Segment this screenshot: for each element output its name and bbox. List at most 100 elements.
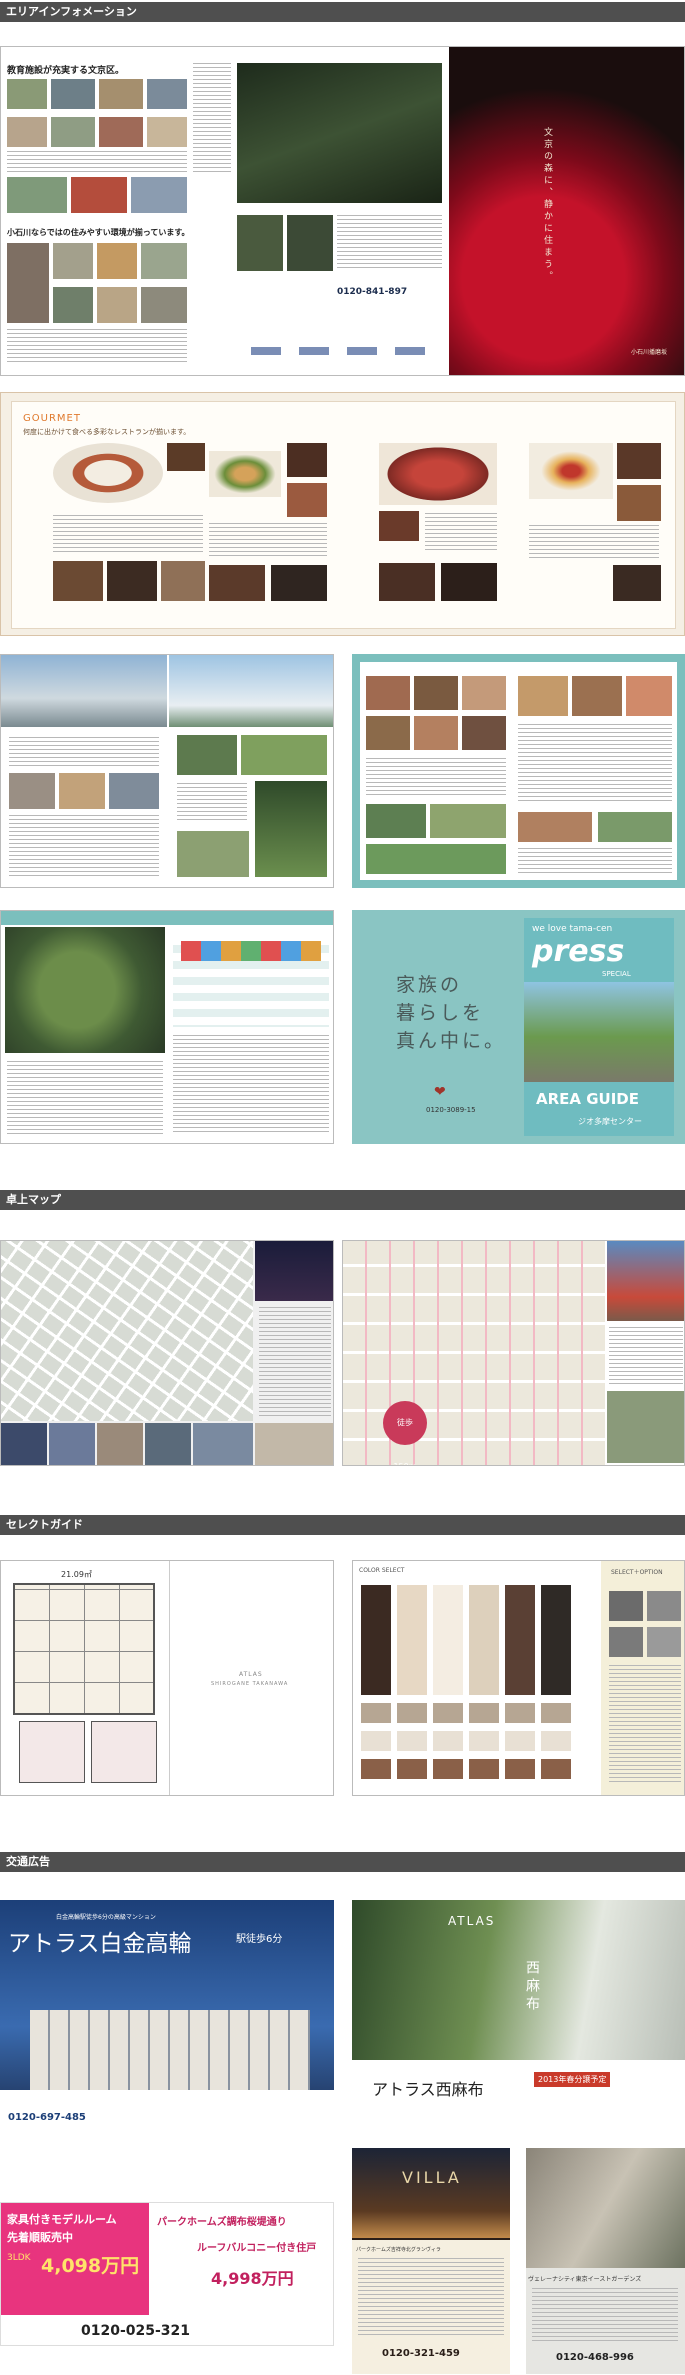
body-text [7, 151, 187, 173]
street-map [343, 1241, 605, 1465]
body-text [358, 2258, 504, 2338]
info-strip [0, 2090, 334, 2130]
tower-photo [7, 243, 49, 323]
photo [7, 117, 47, 147]
body-text [209, 523, 327, 559]
cover-top: we love tama-cen [532, 924, 613, 934]
body-text [7, 1061, 163, 1137]
photo [609, 1591, 643, 1621]
sub-heading: ルーフバルコニー付き住戸 [197, 2243, 317, 2254]
body-text [425, 513, 497, 553]
photo [71, 177, 127, 213]
body-text [609, 1665, 681, 1785]
cover-subtitle: AREA GUIDE [536, 1090, 640, 1108]
color-select-guide[interactable]: COLOR SELECT SELECT＋OPTION [352, 1560, 685, 1796]
photo [9, 773, 55, 809]
photo [97, 287, 137, 323]
floor-plan-guide[interactable]: 21.09㎡ ATLAS SHIROGANE TAKANAWA [0, 1560, 334, 1796]
photo [7, 177, 67, 213]
photo [97, 243, 137, 279]
ad-chofu[interactable]: 家具付きモデルルーム 先着順販売中 3LDK 4,098万円 パークホームズ調布… [0, 2202, 334, 2346]
tama-phone: 0120-3089-15 [426, 1106, 476, 1114]
photo [287, 483, 327, 517]
floor-plan [13, 1583, 155, 1715]
photo [598, 812, 672, 842]
building-photo [1, 655, 167, 727]
cover-special: SPECIAL [602, 970, 631, 978]
body-text [7, 329, 187, 365]
ad-title: ヴェレーナシティ東京イーストガーデンズ [528, 2276, 642, 2283]
photo [167, 443, 205, 471]
cover-footer: ジオ多摩センター [578, 1117, 642, 1126]
swatch [397, 1585, 427, 1695]
swatch-row [361, 1703, 571, 1723]
ad-nishiazabu[interactable]: ATLAS 西麻布 アトラス西麻布 2013年春分譲予定 [352, 1900, 685, 2130]
photo [430, 804, 506, 838]
photo [617, 443, 661, 479]
tama-brochure[interactable]: 家族の 暮らしを 真ん中に。 ❤ 0120-3089-15 we love ta… [352, 910, 685, 1144]
desk-map-1[interactable] [0, 1240, 334, 1466]
teal-brochure[interactable] [352, 654, 685, 888]
city-brochure[interactable] [0, 654, 334, 888]
body-text [337, 215, 442, 271]
map-brochure[interactable] [0, 910, 334, 1144]
photo [647, 1627, 681, 1657]
desk-map-2[interactable]: 徒歩 150m [342, 1240, 685, 1466]
gourmet-subtitle: 何度に出かけて食べる多彩なレストランが揃います。 [23, 428, 191, 436]
ad-sub: パークホームズ吉祥寺北グランヴィラ [356, 2247, 441, 2253]
body-text [529, 525, 659, 561]
meat-photo [379, 443, 497, 505]
body-text [193, 63, 231, 173]
price-value: 4,998万円 [211, 2269, 294, 2288]
photo [441, 563, 497, 601]
pink-heading: 家具付きモデルルーム [7, 2213, 117, 2226]
ad-title: アトラス白金高輪 [8, 1931, 192, 1957]
forest-photo [352, 1900, 685, 2060]
ad-east-gardens[interactable]: ヴェレーナシティ東京イーストガーデンズ 0120-468-996 [526, 2148, 685, 2374]
photo [99, 117, 143, 147]
photo [237, 215, 283, 271]
teal-header [1, 911, 333, 925]
headline-line: 真ん中に。 [396, 1030, 507, 1052]
gourmet-brochure[interactable]: GOURMET 何度に出かけて食べる多彩なレストランが揃います。 [0, 392, 685, 636]
ad-villa[interactable]: VILLA パークホームズ吉祥寺北グランヴィラ 0120-321-459 [352, 2148, 510, 2374]
photo [379, 511, 419, 541]
koishikawa-brochure[interactable]: 教育施設が充実する文京区。 小石川ならではの住みやすい環境が揃っています。 01… [0, 46, 685, 376]
price-label: 3LDK [7, 2253, 31, 2263]
photo [161, 561, 205, 601]
photo [97, 1423, 143, 1465]
photo [7, 79, 47, 109]
photo [366, 844, 506, 874]
photo [141, 287, 187, 323]
photo [1, 1423, 47, 1465]
ad-shirokane-takanawa[interactable]: 白金高輪駅徒歩6分の高級マンション アトラス白金高輪 駅徒歩6分 0120-69… [0, 1900, 334, 2130]
street-map [1, 1241, 253, 1421]
body-text [366, 758, 506, 798]
gourmet-title: GOURMET [23, 413, 81, 424]
forest-photo [237, 63, 442, 203]
walk-sign-text: 徒歩 150m [393, 1418, 416, 1465]
photo [177, 831, 249, 877]
body-text [177, 783, 247, 823]
photo [626, 676, 672, 716]
divider [169, 1561, 170, 1795]
option-title: SELECT＋OPTION [611, 1569, 663, 1576]
photo [209, 565, 265, 601]
body-text [9, 815, 159, 879]
price-value: 4,098万円 [41, 2255, 140, 2277]
ad-walk: 駅徒歩6分 [236, 1934, 283, 1945]
brochure-heading: 教育施設が充実する文京区。 [7, 66, 125, 76]
floor-plan-small [19, 1721, 85, 1783]
section-title: セレクトガイド [6, 1518, 83, 1531]
sub-heading: パークホームズ調布桜堤通り [157, 2217, 287, 2228]
photo [131, 177, 187, 213]
photo [109, 773, 159, 809]
photo [147, 79, 187, 109]
swatch [469, 1585, 499, 1695]
photo [51, 79, 95, 109]
atlas-text: ATLAS [239, 1671, 263, 1678]
photo [145, 1423, 191, 1465]
color-select-title: COLOR SELECT [359, 1567, 405, 1574]
swatch [433, 1585, 463, 1695]
photo [366, 676, 410, 710]
